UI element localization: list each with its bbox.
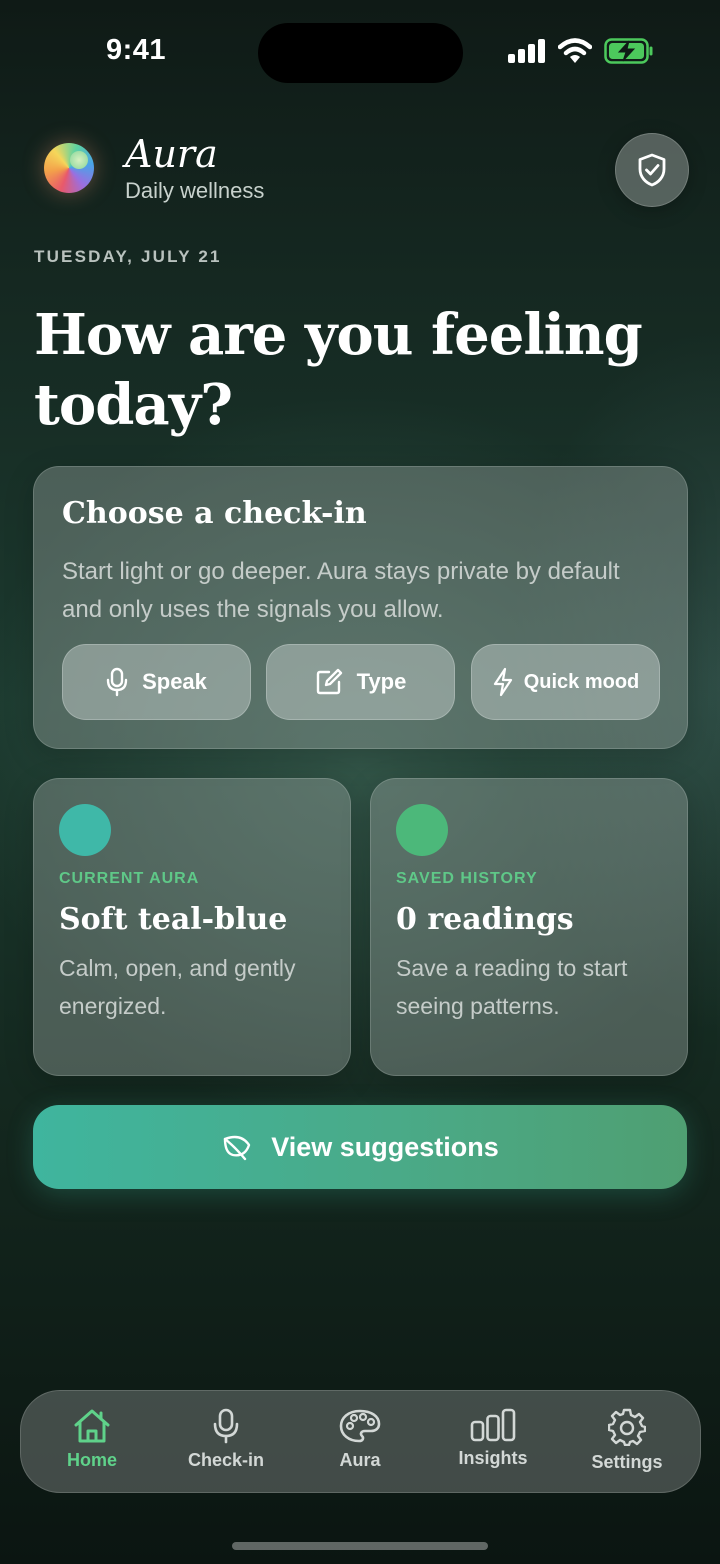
home-icon [74, 1409, 110, 1443]
checkin-title: Choose a check-in [62, 496, 367, 531]
quick-mood-label: Quick mood [523, 670, 640, 693]
tab-insights[interactable]: Insights [428, 1408, 558, 1469]
tab-settings[interactable]: Settings [562, 1408, 692, 1473]
gear-icon [608, 1408, 646, 1446]
quick-mood-button[interactable]: Quick mood [471, 644, 660, 720]
tab-checkin[interactable]: Check-in [161, 1408, 291, 1471]
shield-check-icon [638, 153, 666, 187]
status-time: 9:41 [106, 34, 167, 66]
view-suggestions-label: View suggestions [271, 1131, 499, 1162]
lightning-icon [493, 667, 512, 697]
date-label: TUESDAY, JULY 21 [34, 247, 222, 266]
privacy-button[interactable] [615, 133, 689, 207]
tab-aura[interactable]: Aura [295, 1408, 425, 1471]
current-aura-value: Soft teal-blue [59, 902, 288, 937]
palette-icon [339, 1409, 381, 1443]
tab-home-label: Home [66, 1450, 117, 1470]
edit-icon [316, 668, 342, 695]
leaf-icon [224, 1135, 251, 1161]
type-button[interactable]: Type [266, 644, 455, 720]
aura-logo [44, 143, 94, 193]
tab-checkin-label: Check-in [187, 1450, 265, 1470]
checkin-description: Start light or go deeper. Aura stays pri… [62, 558, 620, 623]
history-color-dot [396, 804, 448, 856]
tab-settings-label: Settings [591, 1452, 663, 1472]
current-aura-label: CURRENT AURA [59, 870, 200, 887]
speak-button[interactable]: Speak [62, 644, 251, 720]
current-aura-description: Calm, open, and gently energized. [59, 955, 296, 1019]
saved-history-label: SAVED HISTORY [396, 870, 538, 887]
aura-color-dot [59, 804, 111, 856]
saved-history-description: Save a reading to start seeing patterns. [396, 955, 628, 1019]
view-suggestions-button[interactable]: View suggestions [33, 1105, 687, 1189]
page-title: How are you feeling today? [34, 302, 643, 438]
app-subtitle: Daily wellness [125, 178, 265, 203]
signal-icon [508, 39, 545, 63]
status-icons [508, 38, 654, 64]
type-label: Type [356, 669, 407, 694]
tab-aura-label: Aura [339, 1450, 381, 1470]
speak-label: Speak [142, 669, 207, 694]
wifi-icon [558, 38, 592, 63]
microphone-icon [213, 1408, 239, 1444]
bar-chart-icon [470, 1408, 516, 1442]
microphone-icon [106, 667, 128, 697]
tab-home[interactable]: Home [27, 1408, 157, 1471]
saved-history-value: 0 readings [396, 902, 574, 937]
tab-insights-label: Insights [458, 1448, 528, 1468]
home-indicator [232, 1542, 488, 1550]
app-title: Aura [125, 132, 218, 176]
dynamic-island [258, 23, 463, 83]
battery-charging-icon [604, 38, 653, 64]
